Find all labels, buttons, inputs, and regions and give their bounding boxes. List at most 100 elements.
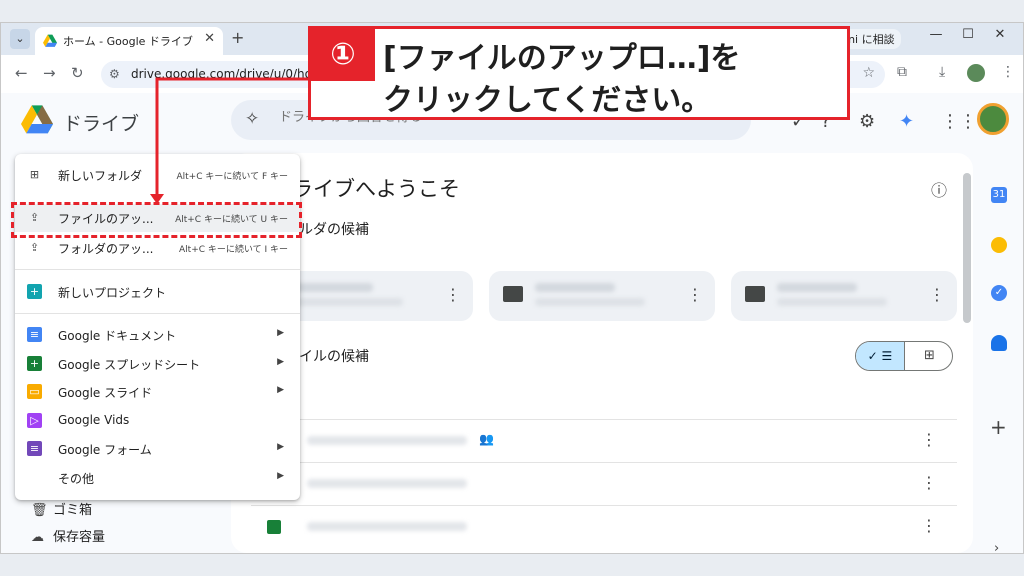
folder-meta-redacted: [535, 298, 645, 306]
folder-name-redacted: [777, 283, 857, 292]
drive-logo-icon[interactable]: [21, 105, 53, 135]
sidebar-item-storage[interactable]: ☁ 保存容量: [31, 526, 105, 545]
contacts-icon[interactable]: [991, 335, 1007, 351]
file-name-redacted: [307, 522, 467, 531]
new-folder-icon: ⊞: [29, 168, 40, 181]
menu-divider: [15, 269, 300, 270]
menu-item-label: Google フォーム: [58, 443, 152, 457]
settings-gear-icon[interactable]: ⚙: [859, 111, 875, 132]
drive-favicon-icon: [43, 34, 57, 47]
file-name-redacted: [307, 436, 467, 445]
tasks-icon[interactable]: ✓: [991, 285, 1007, 301]
file-row[interactable]: ⋮: [251, 505, 957, 547]
submenu-arrow-icon: ▶: [277, 385, 284, 395]
menu-item-google-sheets[interactable]: + Google スプレッドシート ▶: [15, 350, 300, 378]
sidebar-item-label: 保存容量: [53, 530, 106, 545]
cloud-icon: ☁: [31, 530, 44, 545]
file-name-redacted: [307, 479, 467, 488]
sheets-icon: +: [27, 356, 42, 371]
download-icon[interactable]: ⤓: [939, 64, 945, 80]
browser-profile-avatar[interactable]: [967, 64, 985, 82]
tab-title: ホーム - Google ドライブ: [63, 35, 193, 48]
more-options-icon[interactable]: ⋮: [445, 285, 461, 304]
close-window-icon[interactable]: ✕: [985, 27, 1015, 42]
minimize-icon[interactable]: —: [921, 27, 951, 42]
browser-menu-icon[interactable]: ⋮: [1001, 64, 1015, 80]
menu-item-label: 新しいフォルダ: [58, 169, 143, 183]
folder-card[interactable]: ⋮: [489, 271, 715, 321]
instruction-line-2: クリックしてください。: [383, 83, 712, 118]
folder-icon: [745, 286, 765, 302]
menu-item-label: Google スライド: [58, 386, 153, 400]
drive-brand: ドライブ: [63, 113, 140, 135]
menu-item-shortcut: Alt+C キーに続いて I キー: [179, 245, 288, 255]
close-tab-icon[interactable]: ✕: [204, 31, 215, 46]
project-icon: +: [27, 284, 42, 299]
more-options-icon[interactable]: ⋮: [921, 430, 937, 449]
more-options-icon[interactable]: ⋮: [687, 285, 703, 304]
menu-item-new-folder[interactable]: ⊞ 新しいフォルダ Alt+C キーに続いて F キー: [15, 161, 300, 189]
menu-item-shortcut: Alt+C キーに続いて F キー: [176, 172, 288, 182]
instruction-line-1: [ファイルのアップロ…]を: [383, 41, 741, 76]
list-view-button[interactable]: ✓ ☰: [856, 342, 905, 370]
menu-item-google-docs[interactable]: ≡ Google ドキュメント ▶: [15, 321, 300, 349]
file-row[interactable]: ⋮: [251, 462, 957, 504]
menu-item-google-forms[interactable]: ≡ Google フォーム ▶: [15, 435, 300, 463]
extensions-icon[interactable]: ⧉: [897, 64, 907, 80]
highlight-box: [11, 202, 302, 238]
menu-item-label: Google スプレッドシート: [58, 358, 201, 372]
main-content: ドライブへようこそ ⓘ フォルダの候補 ⋮ ⋮ ⋮ ファイルの候補 ✓ ☰ ⊞: [231, 153, 973, 553]
folder-icon: [503, 286, 523, 302]
vids-icon: ▷: [27, 413, 42, 428]
bookmark-star-icon[interactable]: ☆: [862, 65, 875, 81]
folder-upload-icon: ⇪: [29, 241, 40, 254]
file-row[interactable]: 👥 ⋮: [251, 419, 957, 461]
forms-icon: ≡: [27, 441, 42, 456]
sheets-file-icon: [267, 520, 281, 534]
forward-icon[interactable]: →: [43, 64, 56, 82]
more-options-icon[interactable]: ⋮: [929, 285, 945, 304]
account-avatar[interactable]: [977, 103, 1009, 135]
site-info-icon[interactable]: ⚙: [109, 67, 120, 81]
menu-item-google-vids[interactable]: ▷ Google Vids: [15, 407, 300, 435]
folder-card[interactable]: ⋮: [731, 271, 957, 321]
more-options-icon[interactable]: ⋮: [921, 516, 937, 535]
back-icon[interactable]: ←: [15, 64, 28, 82]
menu-item-more[interactable]: その他 ▶: [15, 464, 300, 492]
grid-view-button[interactable]: ⊞: [905, 342, 952, 370]
shared-people-icon: 👥: [479, 432, 494, 446]
tab-search-icon[interactable]: ⌄: [10, 29, 30, 49]
url-text: drive.google.com/drive/u/0/home: [131, 67, 332, 81]
chevron-right-icon[interactable]: ›: [994, 541, 999, 553]
new-tab-icon[interactable]: +: [231, 28, 244, 47]
trash-icon: 🗑: [31, 503, 48, 518]
view-toggle: ✓ ☰ ⊞: [855, 341, 953, 371]
calendar-icon[interactable]: 31: [991, 187, 1007, 203]
info-icon[interactable]: ⓘ: [931, 177, 947, 201]
folder-meta-redacted: [293, 298, 403, 306]
folder-name-redacted: [535, 283, 615, 292]
menu-item-new-project[interactable]: + 新しいプロジェクト: [15, 278, 300, 306]
apps-grid-icon[interactable]: ⋮⋮: [941, 111, 977, 132]
sidebar-item-trash[interactable]: 🗑 ゴミ箱: [31, 499, 92, 518]
reload-icon[interactable]: ↻: [71, 64, 84, 82]
submenu-arrow-icon: ▶: [277, 357, 284, 367]
menu-item-label: 新しいプロジェクト: [58, 286, 167, 300]
menu-item-google-slides[interactable]: ▭ Google スライド ▶: [15, 378, 300, 406]
menu-item-folder-upload[interactable]: ⇪ フォルダのアッ... Alt+C キーに続いて I キー: [15, 234, 300, 262]
slides-icon: ▭: [27, 384, 42, 399]
submenu-arrow-icon: ▶: [277, 328, 284, 338]
maximize-icon[interactable]: ☐: [953, 27, 983, 42]
folder-name-redacted: [293, 283, 373, 292]
sidebar-item-label: ゴミ箱: [53, 503, 93, 518]
keep-icon[interactable]: [991, 237, 1007, 253]
folder-meta-redacted: [777, 298, 887, 306]
ai-search-icon: ✧: [245, 109, 260, 129]
more-options-icon[interactable]: ⋮: [921, 473, 937, 492]
tab-drive-home[interactable]: ホーム - Google ドライブ ✕: [35, 27, 223, 55]
docs-icon: ≡: [27, 327, 42, 342]
add-addon-icon[interactable]: +: [990, 415, 1007, 439]
content-scrollbar[interactable]: [963, 173, 971, 323]
gemini-spark-icon[interactable]: ✦: [899, 111, 914, 132]
instruction-callout: ① [ファイルのアップロ…]を クリックしてください。: [308, 26, 850, 120]
